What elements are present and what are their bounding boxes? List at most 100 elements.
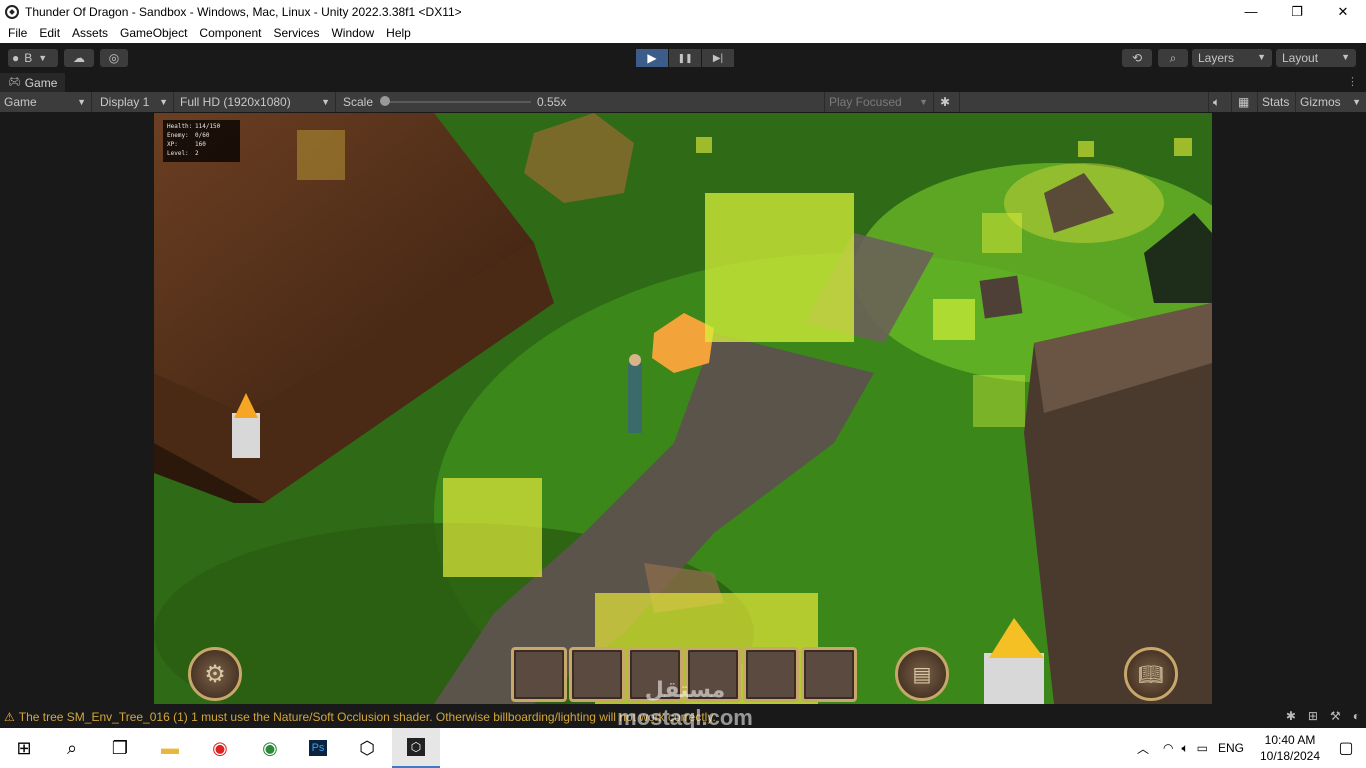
bug-icon[interactable]: ✱ [1286, 709, 1296, 723]
tab-game[interactable]: 🎮︎ Game [0, 73, 66, 92]
unity-icon: ⬡ [406, 738, 426, 756]
unity-logo-icon [5, 4, 19, 19]
menu-gameobject[interactable]: GameObject [114, 26, 193, 40]
chevron-down-icon: ▼ [38, 53, 48, 63]
wifi-icon[interactable]: ◠ [1163, 741, 1173, 755]
start-button[interactable]: ⊞ [0, 728, 48, 768]
search-icon: ⌕ [66, 737, 78, 758]
scale-value: 0.55x [533, 92, 583, 112]
clock-time: 10:40 AM [1264, 733, 1316, 747]
play-focused-dropdown[interactable]: Play Focused ▼ [824, 92, 934, 112]
account-dropdown[interactable]: ● B ▼ [8, 49, 58, 67]
pause-button[interactable]: ❚❚ [669, 49, 701, 67]
layers-dropdown[interactable]: Layers ▼ [1192, 49, 1272, 67]
menu-bar: File Edit Assets GameObject Component Se… [0, 23, 1366, 43]
battery-icon[interactable]: ▭ [1197, 741, 1208, 755]
game-view-toolbar: Game ▼ Display 1 ▼ Full HD (1920x1080) ▼… [0, 92, 1366, 112]
hud-value: 2 [195, 150, 199, 157]
cloud-button[interactable]: ☁ [64, 49, 94, 67]
inventory-chest-button[interactable]: ▤ [895, 647, 949, 701]
book-icon: 📖︎ [1138, 663, 1164, 686]
game-scene [154, 113, 1212, 704]
watermark: مستقل mostaql.com [600, 676, 770, 732]
clock-date: 10/18/2024 [1259, 749, 1321, 763]
scale-slider-handle[interactable] [380, 96, 390, 106]
task-view-button[interactable]: ❐ [96, 728, 144, 768]
debug-box [705, 193, 854, 342]
minimize-button[interactable]: — [1228, 0, 1274, 23]
collab-button[interactable]: ◎ [100, 49, 128, 67]
resolution-label: Full HD (1920x1080) [180, 95, 291, 109]
playmode-controls: ▶ ❚❚ ▶| [636, 49, 735, 67]
debug-button[interactable]: ✱ [936, 92, 960, 112]
game-mode-dropdown[interactable]: Game ▼ [0, 92, 92, 112]
wrench-icon[interactable]: ⚒ [1330, 709, 1341, 723]
volume-icon[interactable]: 🔈︎ [1181, 741, 1188, 756]
clock[interactable]: 10:40 AM 10/18/2024 [1254, 732, 1326, 764]
undo-history-button[interactable]: ⟲ [1122, 49, 1152, 67]
windows-logo-icon: ⊞ [16, 737, 32, 758]
unity-hub-icon: ⬡ [359, 737, 375, 758]
hotbar-slot-6[interactable] [801, 647, 857, 702]
menu-services[interactable]: Services [267, 26, 325, 40]
viewport-stats-toggle[interactable]: ▦ [1234, 92, 1258, 112]
maximize-button[interactable]: ❐ [1274, 0, 1320, 23]
close-button[interactable]: ✕ [1320, 0, 1366, 23]
menu-assets[interactable]: Assets [66, 26, 114, 40]
hud-key: Level: [167, 150, 189, 157]
hud-health: Health: 114/150 [167, 122, 236, 131]
debug-stats-overlay: Health: 114/150 Enemy: 0/60 XP: 160 Leve… [163, 120, 240, 162]
unity-hub-button[interactable]: ⬡ [343, 728, 391, 768]
search-taskbar-button[interactable]: ⌕ [48, 728, 96, 768]
play-button[interactable]: ▶ [636, 49, 668, 67]
chrome-button[interactable]: ◉ [246, 728, 294, 768]
game-mode-label: Game [4, 95, 37, 109]
account-icon: ● [12, 51, 20, 65]
photoshop-button[interactable]: Ps [294, 728, 342, 768]
game-viewport[interactable]: Health: 114/150 Enemy: 0/60 XP: 160 Leve… [154, 113, 1212, 704]
window-titlebar: Thunder Of Dragon - Sandbox - Windows, M… [0, 0, 1366, 23]
chrome-icon: ◉ [262, 737, 278, 758]
gizmos-dropdown[interactable]: Gizmos ▼ [1296, 92, 1366, 112]
menu-component[interactable]: Component [193, 26, 267, 40]
grid-icon: ▦ [1238, 95, 1250, 109]
recorder-app-button[interactable]: ◉ [196, 728, 244, 768]
layout-label: Layout [1282, 51, 1319, 65]
window-title: Thunder Of Dragon - Sandbox - Windows, M… [25, 4, 462, 19]
menu-help[interactable]: Help [380, 26, 417, 40]
quest-book-button[interactable]: 📖︎ [1124, 647, 1178, 701]
kebab-menu-icon[interactable]: ⋮ [1347, 75, 1358, 88]
step-icon: ▶| [712, 52, 724, 64]
cloud-icon: ☁ [73, 51, 85, 65]
bug-icon: ✱ [940, 95, 951, 109]
resolution-dropdown[interactable]: Full HD (1920x1080) ▼ [176, 92, 336, 112]
mute-audio-button[interactable]: 🔈︎ [1208, 92, 1232, 112]
scale-slider-track[interactable] [385, 101, 531, 103]
account-label: B [24, 51, 33, 65]
stats-button[interactable]: Stats [1258, 92, 1296, 112]
chevron-down-icon: ▼ [321, 97, 330, 107]
file-explorer-button[interactable]: ▬ [146, 728, 194, 768]
menu-window[interactable]: Window [325, 26, 380, 40]
search-icon: ⌕ [1169, 50, 1177, 65]
system-tray: ︿ ◠ 🔈︎ ▭ ENG 10:40 AM 10/18/2024 ▢ [1137, 728, 1366, 768]
windows-taskbar: ⊞ ⌕ ❐ ▬ ◉ ◉ Ps ⬡ ⬡ ︿ ◠ 🔈︎ ▭ ENG 10:40 AM… [0, 728, 1366, 768]
display-dropdown[interactable]: Display 1 ▼ [96, 92, 174, 112]
chevron-up-icon[interactable]: ︿ [1137, 740, 1149, 757]
hud-key: Health: [167, 123, 193, 130]
unity-editor-button[interactable]: ⬡ [392, 728, 440, 768]
search-button[interactable]: ⌕ [1158, 49, 1188, 67]
hotbar-slot-1[interactable] [511, 647, 567, 702]
menu-file[interactable]: File [2, 26, 33, 40]
menu-edit[interactable]: Edit [33, 26, 66, 40]
display-label: Display 1 [100, 95, 150, 109]
status-icons: ✱ ⊞ ⚒ ◐ [1286, 709, 1360, 723]
step-button[interactable]: ▶| [702, 49, 734, 67]
network-icon[interactable]: ⊞ [1308, 709, 1318, 723]
notifications-icon[interactable]: ▢ [1326, 738, 1366, 758]
play-icon: ▶ [647, 51, 657, 65]
settings-button[interactable]: ⚙ [188, 647, 242, 701]
layout-dropdown[interactable]: Layout ▼ [1276, 49, 1356, 67]
language-indicator[interactable]: ENG [1218, 741, 1244, 755]
progress-icon[interactable]: ◐ [1353, 709, 1360, 723]
